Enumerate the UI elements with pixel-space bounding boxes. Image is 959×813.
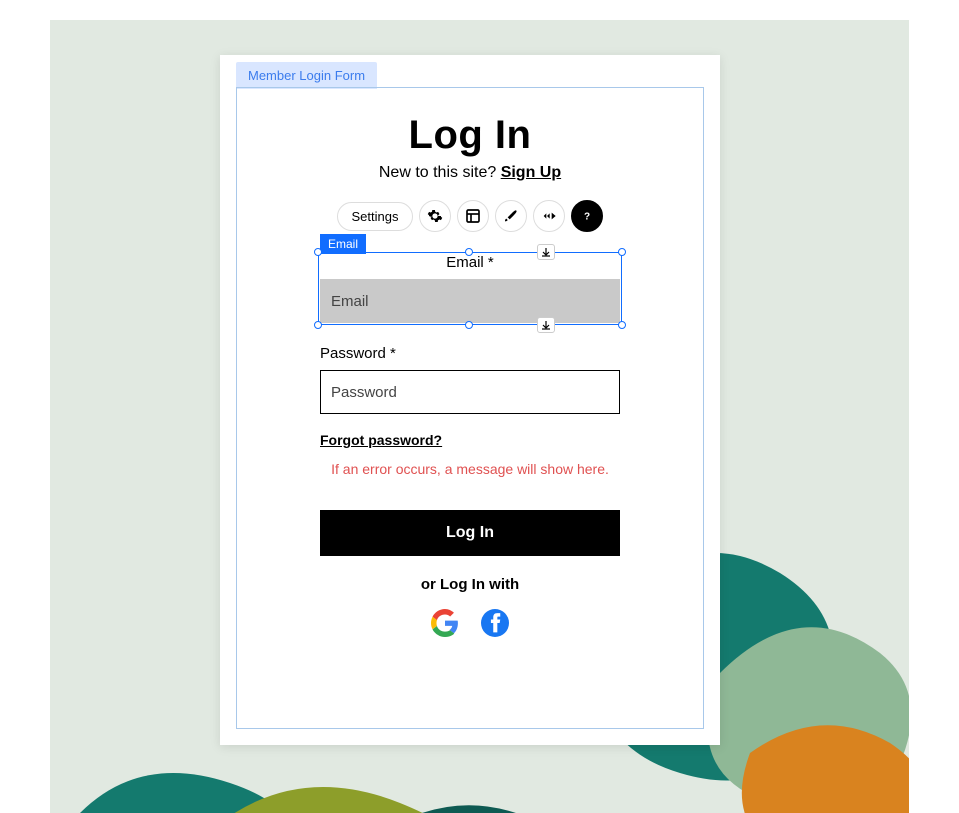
social-login-row — [260, 609, 680, 637]
help-icon[interactable]: ? — [571, 200, 603, 232]
editor-toolbar: Settings ? — [337, 200, 604, 232]
brush-icon[interactable] — [495, 200, 527, 232]
or-divider-text: or Log In with — [260, 576, 680, 593]
field-type-badge: Email — [320, 234, 366, 254]
email-field-container[interactable]: Email Email * — [320, 254, 620, 323]
facebook-login-button[interactable] — [481, 609, 509, 637]
animation-icon[interactable] — [533, 200, 565, 232]
password-field[interactable] — [320, 370, 620, 414]
forgot-password-link[interactable]: Forgot password? — [320, 432, 620, 448]
layout-icon[interactable] — [457, 200, 489, 232]
login-modal: Member Login Form Log In New to this sit… — [220, 55, 720, 745]
signup-link[interactable]: Sign Up — [501, 164, 561, 181]
email-label: Email * — [320, 254, 620, 271]
settings-button[interactable]: Settings — [337, 202, 414, 231]
google-login-button[interactable] — [431, 609, 459, 637]
subtitle-prefix: New to this site? — [379, 164, 501, 181]
password-field-container: Password * — [320, 345, 620, 414]
login-button[interactable]: Log In — [320, 510, 620, 556]
gear-icon[interactable] — [419, 200, 451, 232]
email-field[interactable] — [320, 279, 620, 323]
error-message: If an error occurs, a message will show … — [260, 460, 680, 480]
form-content: Log In New to this site? Sign Up Setting… — [260, 113, 680, 705]
component-tag[interactable]: Member Login Form — [236, 62, 377, 89]
google-icon — [431, 609, 459, 637]
password-label: Password * — [320, 345, 620, 362]
page-title: Log In — [260, 113, 680, 158]
facebook-icon — [481, 609, 509, 637]
subtitle: New to this site? Sign Up — [260, 164, 680, 182]
svg-text:?: ? — [584, 211, 590, 222]
